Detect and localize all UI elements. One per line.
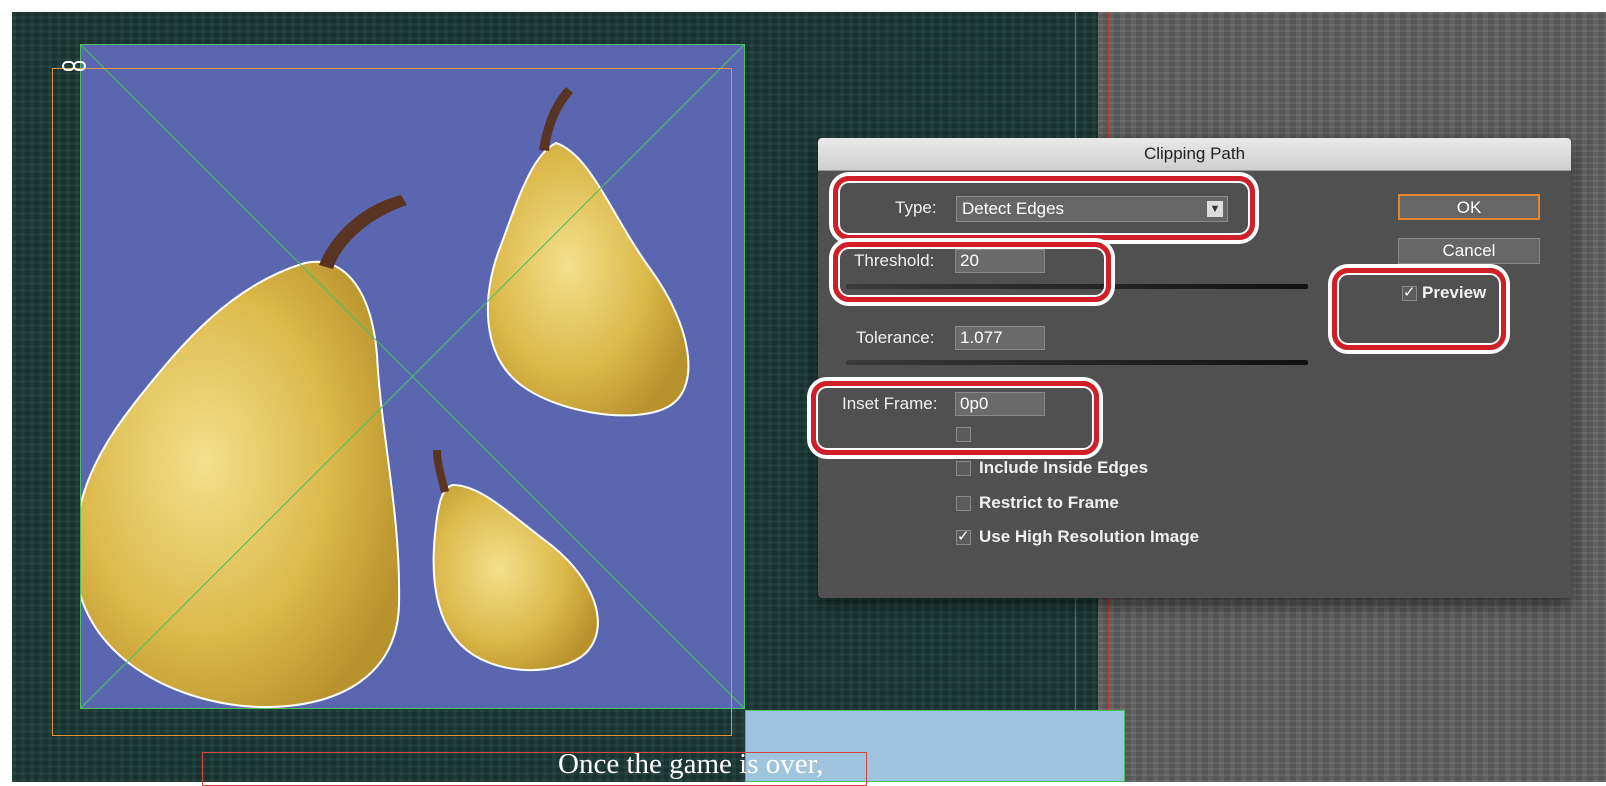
callout-preview	[1332, 268, 1506, 350]
dialog-title: Clipping Path	[818, 138, 1571, 171]
callout-threshold	[833, 242, 1111, 302]
cancel-button[interactable]: Cancel	[1398, 238, 1540, 264]
graphic-frame-outline[interactable]	[52, 68, 732, 736]
use-high-resolution-label: Use High Resolution Image	[979, 527, 1200, 546]
restrict-to-frame-checkbox[interactable]	[956, 496, 971, 511]
include-inside-edges-checkbox[interactable]	[956, 461, 971, 476]
tolerance-label: Tolerance:	[856, 328, 935, 347]
tolerance-input[interactable]: 1.077	[955, 326, 1045, 350]
tolerance-slider[interactable]	[846, 360, 1308, 365]
restrict-to-frame-label: Restrict to Frame	[979, 493, 1119, 512]
include-inside-edges-label: Include Inside Edges	[979, 458, 1149, 477]
ok-button[interactable]: OK	[1398, 194, 1540, 220]
use-high-resolution-checkbox[interactable]	[956, 527, 971, 545]
link-icon[interactable]	[62, 59, 86, 73]
callout-inset-frame	[811, 381, 1099, 455]
callout-type	[833, 176, 1255, 240]
caption-text: Once the game is over,	[558, 748, 824, 780]
